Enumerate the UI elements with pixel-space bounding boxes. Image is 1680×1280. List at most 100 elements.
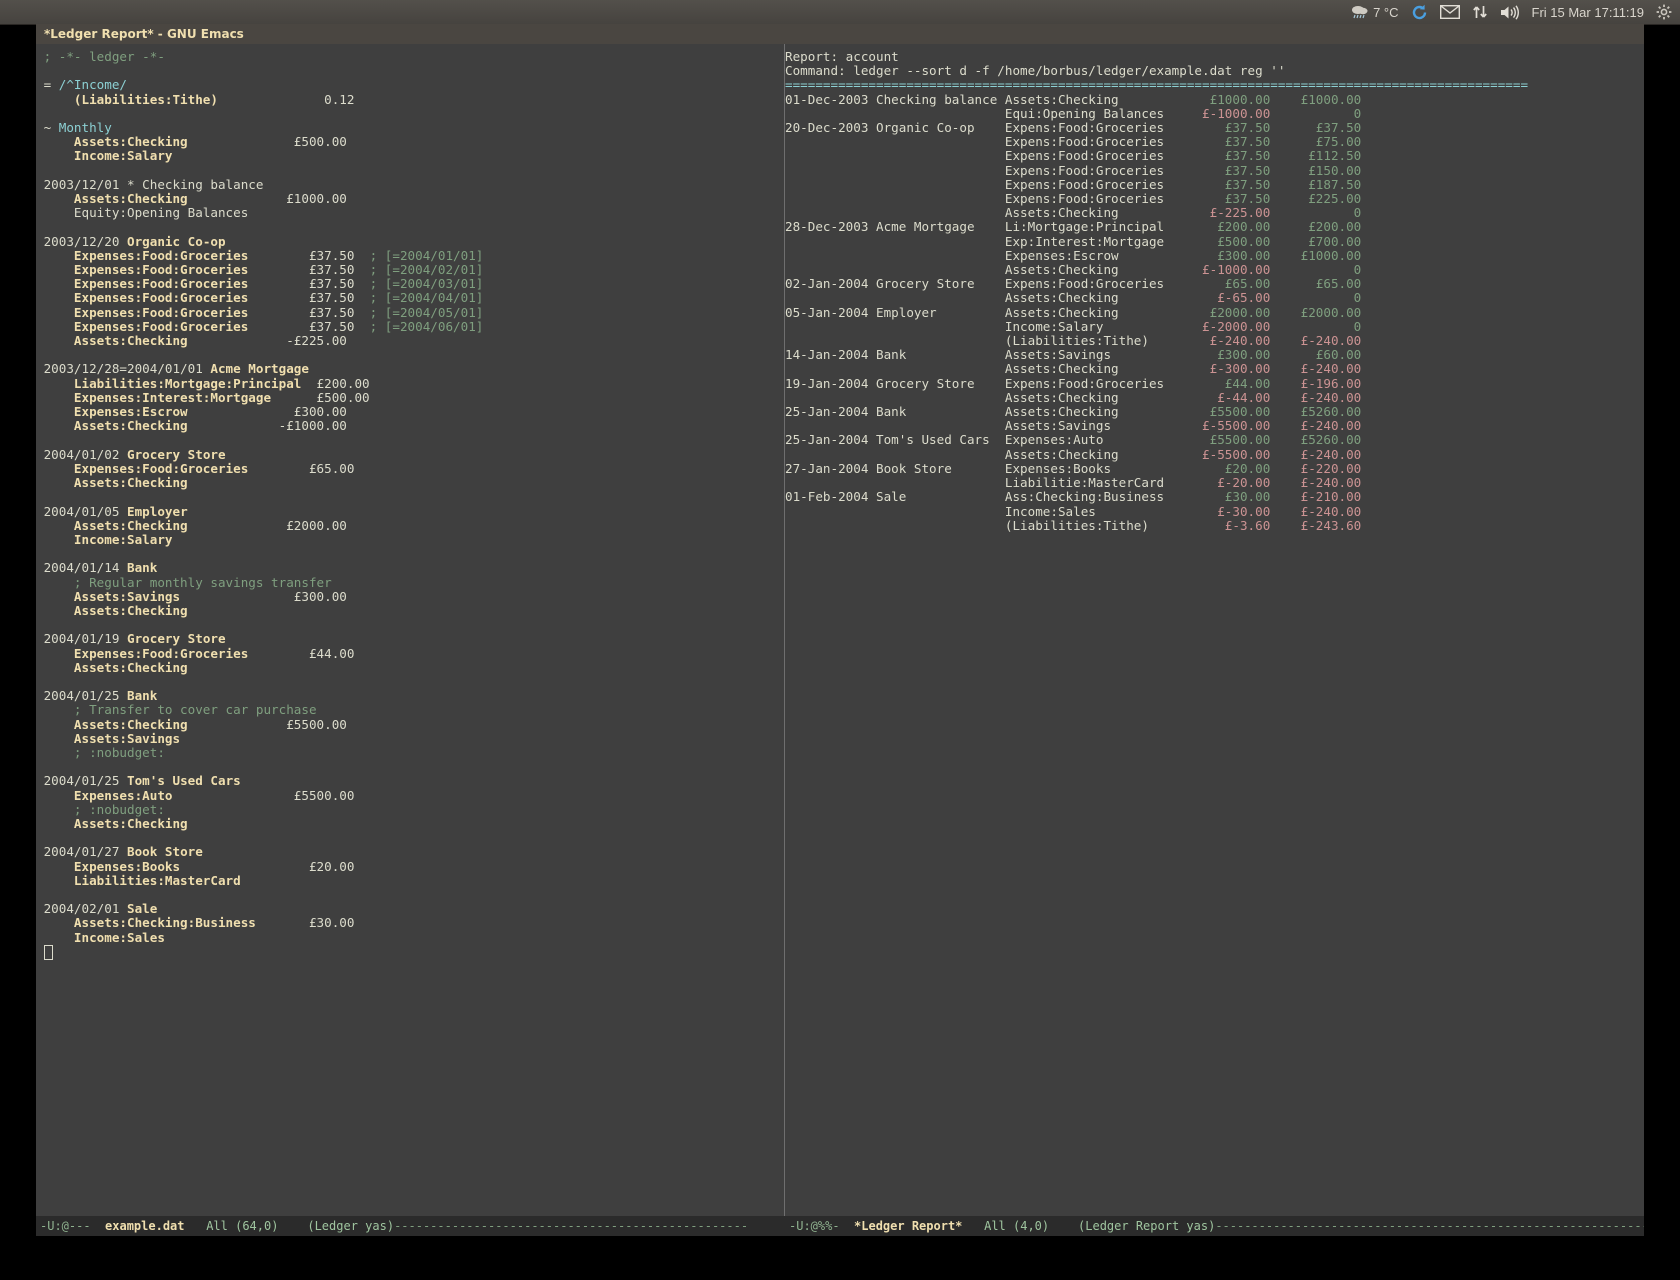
emacs-window-ledger-report[interactable]: Report: accountCommand: ledger --sort d … (785, 44, 1644, 1216)
report-row[interactable]: Equi:Opening Balances £-1000.00 0 (785, 107, 1644, 121)
report-row[interactable]: Assets:Checking £-65.00 0 (785, 291, 1644, 305)
report-row[interactable]: Income:Salary £-2000.00 0 (785, 320, 1644, 334)
report-row[interactable]: 25-Jan-2004 Bank Assets:Checking £5500.0… (785, 405, 1644, 419)
report-row[interactable]: 01-Feb-2004 Sale Ass:Checking:Business £… (785, 490, 1644, 504)
refresh-icon[interactable] (1411, 4, 1428, 21)
report-row[interactable]: 02-Jan-2004 Grocery Store Expens:Food:Gr… (785, 277, 1644, 291)
report-row[interactable]: 14-Jan-2004 Bank Assets:Savings £300.00 … (785, 348, 1644, 362)
ledger-line[interactable] (36, 433, 784, 447)
ledger-line[interactable]: Expenses:Books £20.00 (36, 860, 784, 874)
network-icon[interactable] (1472, 4, 1488, 20)
ledger-line[interactable]: Assets:Checking:Business £30.00 (36, 916, 784, 930)
ledger-line[interactable]: Assets:Checking -£225.00 (36, 334, 784, 348)
report-row[interactable]: (Liabilities:Tithe) £-240.00 £-240.00 (785, 334, 1644, 348)
ledger-line[interactable]: Liabilities:MasterCard (36, 874, 784, 888)
ledger-line[interactable]: 2003/12/20 Organic Co-op (36, 235, 784, 249)
ledger-line[interactable]: Assets:Checking -£1000.00 (36, 419, 784, 433)
mode-line-right[interactable]: -U:@%%- *Ledger Report* All (4,0) (Ledge… (785, 1216, 1644, 1236)
report-row[interactable]: Expens:Food:Groceries £37.50 £112.50 (785, 149, 1644, 163)
ledger-line[interactable]: = /^Income/ (36, 78, 784, 92)
ledger-line[interactable]: Equity:Opening Balances (36, 206, 784, 220)
ledger-line[interactable]: Expenses:Interest:Mortgage £500.00 (36, 391, 784, 405)
report-row[interactable]: 01-Dec-2003 Checking balance Assets:Chec… (785, 93, 1644, 107)
ledger-line[interactable]: Liabilities:Mortgage:Principal £200.00 (36, 377, 784, 391)
ledger-line[interactable]: Expenses:Food:Groceries £37.50 ; [=2004/… (36, 277, 784, 291)
report-row[interactable]: Assets:Checking £-300.00 £-240.00 (785, 362, 1644, 376)
report-row[interactable]: 27-Jan-2004 Book Store Expenses:Books £2… (785, 462, 1644, 476)
ledger-line[interactable]: ; :nobudget: (36, 803, 784, 817)
ledger-line[interactable]: Expenses:Auto £5500.00 (36, 789, 784, 803)
ledger-line[interactable]: ; :nobudget: (36, 746, 784, 760)
volume-icon[interactable] (1500, 5, 1520, 20)
ledger-line[interactable]: Expenses:Food:Groceries £37.50 ; [=2004/… (36, 291, 784, 305)
ledger-line[interactable] (36, 618, 784, 632)
report-row[interactable]: (Liabilities:Tithe) £-3.60 £-243.60 (785, 519, 1644, 533)
clock-label[interactable]: Fri 15 Mar 17:11:19 (1532, 5, 1644, 20)
ledger-line[interactable]: 2004/01/25 Tom's Used Cars (36, 774, 784, 788)
ledger-line[interactable]: 2004/01/19 Grocery Store (36, 632, 784, 646)
ledger-line[interactable]: Assets:Checking £500.00 (36, 135, 784, 149)
ledger-line[interactable]: Assets:Savings £300.00 (36, 590, 784, 604)
report-row[interactable]: 20-Dec-2003 Organic Co-op Expens:Food:Gr… (785, 121, 1644, 135)
ledger-line[interactable] (36, 220, 784, 234)
ledger-line[interactable]: 2004/01/02 Grocery Store (36, 448, 784, 462)
ledger-line[interactable] (36, 490, 784, 504)
ledger-line[interactable]: 2004/01/27 Book Store (36, 845, 784, 859)
report-row[interactable]: Expens:Food:Groceries £37.50 £187.50 (785, 178, 1644, 192)
ledger-file-buffer[interactable]: ; -*- ledger -*- = /^Income/ (Liabilitie… (36, 44, 784, 1216)
report-row[interactable]: Assets:Checking £-1000.00 0 (785, 263, 1644, 277)
ledger-line[interactable] (36, 831, 784, 845)
ledger-line[interactable]: 2004/01/14 Bank (36, 561, 784, 575)
ledger-line[interactable] (36, 547, 784, 561)
ledger-line[interactable]: Assets:Checking (36, 817, 784, 831)
ledger-line[interactable]: Expenses:Food:Groceries £44.00 (36, 647, 784, 661)
report-row[interactable]: Assets:Savings £-5500.00 £-240.00 (785, 419, 1644, 433)
report-row[interactable]: 28-Dec-2003 Acme Mortgage Li:Mortgage:Pr… (785, 220, 1644, 234)
report-row[interactable]: Expens:Food:Groceries £37.50 £75.00 (785, 135, 1644, 149)
ledger-line[interactable]: 2003/12/01 * Checking balance (36, 178, 784, 192)
ledger-line[interactable]: Assets:Checking £1000.00 (36, 192, 784, 206)
report-row[interactable]: Expenses:Escrow £300.00 £1000.00 (785, 249, 1644, 263)
report-row[interactable]: Assets:Checking £-44.00 £-240.00 (785, 391, 1644, 405)
report-row[interactable]: Liabilitie:MasterCard £-20.00 £-240.00 (785, 476, 1644, 490)
ledger-line[interactable]: 2003/12/28=2004/01/01 Acme Mortgage (36, 362, 784, 376)
ledger-line[interactable]: Expenses:Food:Groceries £65.00 (36, 462, 784, 476)
ledger-line[interactable]: Expenses:Food:Groceries £37.50 ; [=2004/… (36, 306, 784, 320)
ledger-line[interactable] (36, 675, 784, 689)
emacs-window-ledger-file[interactable]: ; -*- ledger -*- = /^Income/ (Liabilitie… (36, 44, 784, 1216)
ledger-line[interactable] (36, 760, 784, 774)
ledger-line[interactable]: Expenses:Food:Groceries £37.50 ; [=2004/… (36, 249, 784, 263)
ledger-line[interactable]: ; -*- ledger -*- (36, 50, 784, 64)
ledger-line[interactable]: Expenses:Escrow £300.00 (36, 405, 784, 419)
ledger-line[interactable]: Assets:Checking (36, 476, 784, 490)
ledger-line[interactable] (36, 888, 784, 902)
ledger-line[interactable] (36, 107, 784, 121)
ledger-line[interactable]: 2004/01/25 Bank (36, 689, 784, 703)
ledger-line[interactable]: Income:Salary (36, 533, 784, 547)
settings-icon[interactable] (1656, 4, 1672, 20)
ledger-line[interactable] (36, 164, 784, 178)
ledger-line[interactable] (36, 348, 784, 362)
ledger-line[interactable]: ; Transfer to cover car purchase (36, 703, 784, 717)
ledger-line[interactable]: Expenses:Food:Groceries £37.50 ; [=2004/… (36, 320, 784, 334)
report-row[interactable]: Income:Sales £-30.00 £-240.00 (785, 505, 1644, 519)
ledger-line[interactable]: Assets:Checking £5500.00 (36, 718, 784, 732)
ledger-report-buffer[interactable]: Report: accountCommand: ledger --sort d … (785, 44, 1644, 1216)
ledger-line[interactable]: ; Regular monthly savings transfer (36, 576, 784, 590)
ledger-line[interactable]: Assets:Checking (36, 661, 784, 675)
report-row[interactable]: 05-Jan-2004 Employer Assets:Checking £20… (785, 306, 1644, 320)
ledger-line[interactable]: Assets:Checking £2000.00 (36, 519, 784, 533)
mode-line-left[interactable]: -U:@--- example.dat All (64,0) (Ledger y… (36, 1216, 785, 1236)
ledger-line[interactable]: Income:Sales (36, 931, 784, 945)
ledger-line[interactable]: (Liabilities:Tithe) 0.12 (36, 93, 784, 107)
ledger-line[interactable]: Expenses:Food:Groceries £37.50 ; [=2004/… (36, 263, 784, 277)
report-row[interactable]: Assets:Checking £-5500.00 £-240.00 (785, 448, 1644, 462)
ledger-line[interactable] (36, 945, 784, 961)
report-row[interactable]: 19-Jan-2004 Grocery Store Expens:Food:Gr… (785, 377, 1644, 391)
report-row[interactable]: Expens:Food:Groceries £37.50 £225.00 (785, 192, 1644, 206)
report-row[interactable]: Assets:Checking £-225.00 0 (785, 206, 1644, 220)
ledger-line[interactable] (36, 64, 784, 78)
report-row[interactable]: Exp:Interest:Mortgage £500.00 £700.00 (785, 235, 1644, 249)
ledger-line[interactable]: 2004/01/05 Employer (36, 505, 784, 519)
ledger-line[interactable]: ~ Monthly (36, 121, 784, 135)
